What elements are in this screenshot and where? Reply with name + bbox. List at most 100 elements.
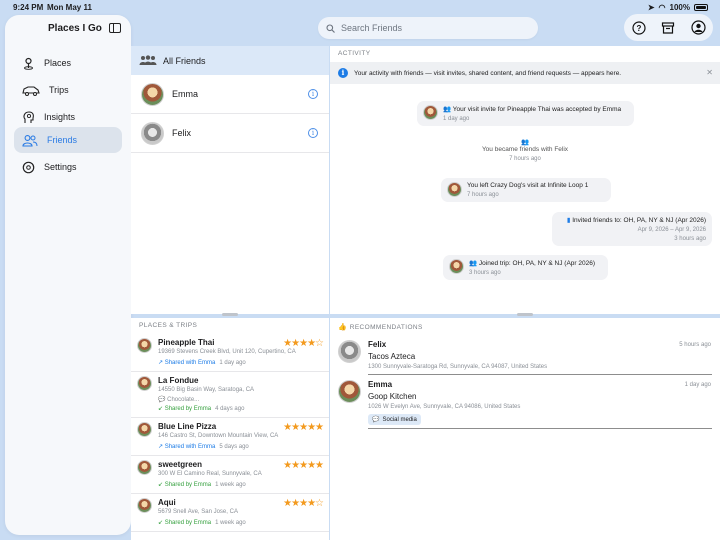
place-row[interactable]: sweetgreen ★★★★★ 300 W El Camino Real, S… — [131, 456, 329, 494]
place-name: Blue Line Pizza — [158, 422, 217, 431]
activity-text: Joined trip: OH, PA, NY & NJ (Apr 2026) — [478, 260, 595, 267]
resize-handle[interactable] — [517, 313, 533, 316]
share-time: 5 days ago — [219, 444, 249, 450]
share-status: ↙ Shared by Emma 1 week ago — [158, 482, 246, 488]
activity-date-range: Apr 9, 2026 – Apr 9, 2026 — [637, 227, 706, 233]
avatar — [141, 82, 164, 106]
place-address: 300 W El Camino Real, Sunnyvale, CA — [158, 471, 262, 477]
place-address: 5679 Snell Ave, San Jose, CA — [158, 509, 238, 515]
gear-icon — [22, 161, 35, 174]
sidebar-item-trips[interactable]: Trips — [14, 77, 122, 103]
avatar — [137, 338, 152, 353]
sidebar-item-label: Friends — [47, 135, 78, 145]
share-time: 1 day ago — [219, 360, 246, 366]
account-icon[interactable] — [690, 20, 706, 36]
activity-text: Invited friends to: OH, PA, NY & NJ (Apr… — [572, 217, 706, 224]
rating-stars: ★★★★★ — [283, 422, 324, 433]
avatar — [423, 105, 438, 120]
divider — [368, 428, 712, 429]
rec-place-name: Goop Kitchen — [368, 392, 417, 401]
divider — [368, 374, 712, 375]
activity-info-banner: i Your activity with friends — visit inv… — [330, 62, 720, 84]
sidebar-toggle-icon[interactable] — [109, 23, 121, 33]
status-time: 9:24 PM — [13, 3, 44, 12]
friends-pane: All Friends Emma i Felix i — [131, 46, 329, 314]
search-placeholder: Search Friends — [341, 23, 403, 33]
activity-entry: 👥 Joined trip: OH, PA, NY & NJ (Apr 2026… — [443, 255, 608, 280]
activity-entry: 👥 Your visit invite for Pineapple Thai w… — [417, 101, 634, 126]
banner-text: Your activity with friends — visit invit… — [354, 69, 622, 77]
avatar — [137, 498, 152, 513]
head-icon — [22, 110, 35, 124]
avatar — [141, 121, 164, 145]
place-row[interactable]: Pineapple Thai ★★★★☆ 19369 Stevens Creek… — [131, 334, 329, 372]
activity-time: 3 hours ago — [674, 236, 706, 242]
share-text: Shared by Emma — [164, 406, 212, 412]
rec-time: 5 hours ago — [679, 342, 711, 348]
activity-label: ACTIVITY — [338, 50, 371, 57]
top-actions: ? — [624, 14, 713, 41]
rating-stars: ★★★★☆ — [283, 338, 324, 349]
friend-row[interactable]: Emma i — [131, 75, 329, 114]
sidebar-item-places[interactable]: Places — [14, 50, 122, 76]
place-name: La Fondue — [158, 376, 199, 385]
place-address: 14550 Big Basin Way, Saratoga, CA — [158, 387, 255, 393]
places-trips-pane: PLACES & TRIPS Pineapple Thai ★★★★☆ 1936… — [131, 318, 329, 540]
location-icon: ➤ — [647, 3, 655, 12]
rating-stars: ★★★★☆ — [283, 498, 324, 509]
status-bar: 9:24 PM Mon May 11 ➤ ◠ 100% — [0, 0, 720, 16]
activity-time: 7 hours ago — [467, 192, 499, 198]
recommendation-item[interactable]: Emma Goop Kitchen 1026 W Evelyn Ave, Sun… — [330, 380, 720, 428]
avatar — [137, 460, 152, 475]
sidebar-item-label: Trips — [49, 85, 69, 95]
resize-handle[interactable] — [222, 313, 238, 316]
all-friends-header[interactable]: All Friends — [131, 46, 329, 75]
share-status: ↙ Shared by Emma 1 week ago — [158, 520, 246, 526]
place-name: Aqui — [158, 498, 176, 507]
battery-percent: 100% — [669, 3, 690, 12]
activity-entry: 👥 You became friends with Felix 7 hours … — [450, 138, 600, 162]
sidebar: Places I Go Places Trips Insights Friend… — [5, 15, 131, 535]
sidebar-item-settings[interactable]: Settings — [14, 154, 122, 180]
rec-friend-name: Felix — [368, 340, 387, 349]
activity-pane: ACTIVITY i Your activity with friends — … — [330, 46, 720, 314]
status-indicators: ➤ ◠ 100% — [648, 3, 708, 12]
pin-icon — [22, 57, 35, 70]
svg-text:?: ? — [636, 24, 641, 33]
activity-text: You left Crazy Dog's visit at Infinite L… — [467, 182, 589, 189]
info-icon[interactable]: i — [308, 89, 318, 99]
rating-stars: ★★★★★ — [283, 460, 324, 471]
wifi-icon: ◠ — [658, 3, 666, 12]
search-input[interactable]: Search Friends — [318, 17, 538, 39]
tag-label: Social media — [382, 416, 417, 423]
rec-place-address: 1300 Sunnyvale-Saratoga Rd, Sunnyvale, C… — [368, 364, 548, 370]
place-address: 19369 Stevens Creek Blvd, Unit 120, Cupe… — [158, 349, 296, 355]
place-address: 146 Castro St, Downtown Mountain View, C… — [158, 433, 279, 439]
rec-friend-name: Emma — [368, 380, 393, 389]
sidebar-title: Places I Go — [48, 23, 102, 34]
places-trips-label: PLACES & TRIPS — [139, 322, 198, 329]
activity-time: 3 hours ago — [469, 270, 501, 276]
note-text: Chocolate... — [167, 397, 200, 403]
sidebar-item-label: Insights — [44, 112, 76, 122]
friend-row[interactable]: Felix i — [131, 114, 329, 153]
status-date: Mon May 11 — [47, 3, 92, 12]
place-row[interactable]: Blue Line Pizza ★★★★★ 146 Castro St, Dow… — [131, 418, 329, 456]
place-name: sweetgreen — [158, 460, 203, 469]
thumbs-up-icon: 👍 — [338, 324, 347, 331]
avatar — [338, 380, 361, 403]
archive-icon[interactable] — [660, 20, 676, 36]
place-row[interactable]: Aqui ★★★★☆ 5679 Snell Ave, San Jose, CA … — [131, 494, 329, 532]
share-text: Shared by Emma — [164, 520, 212, 526]
friend-name: Felix — [172, 128, 192, 138]
social-icon: 💬 — [372, 417, 380, 423]
info-icon[interactable]: i — [308, 128, 318, 138]
sidebar-item-friends[interactable]: Friends — [14, 127, 122, 153]
battery-icon — [694, 4, 708, 11]
help-icon[interactable]: ? — [631, 20, 647, 36]
place-row[interactable]: La Fondue 14550 Big Basin Way, Saratoga,… — [131, 372, 329, 418]
sidebar-item-label: Settings — [44, 162, 77, 172]
share-text: Shared by Emma — [164, 482, 212, 488]
rec-place-address: 1026 W Evelyn Ave, Sunnyvale, CA 94086, … — [368, 404, 521, 410]
close-icon[interactable]: ✕ — [706, 68, 713, 77]
